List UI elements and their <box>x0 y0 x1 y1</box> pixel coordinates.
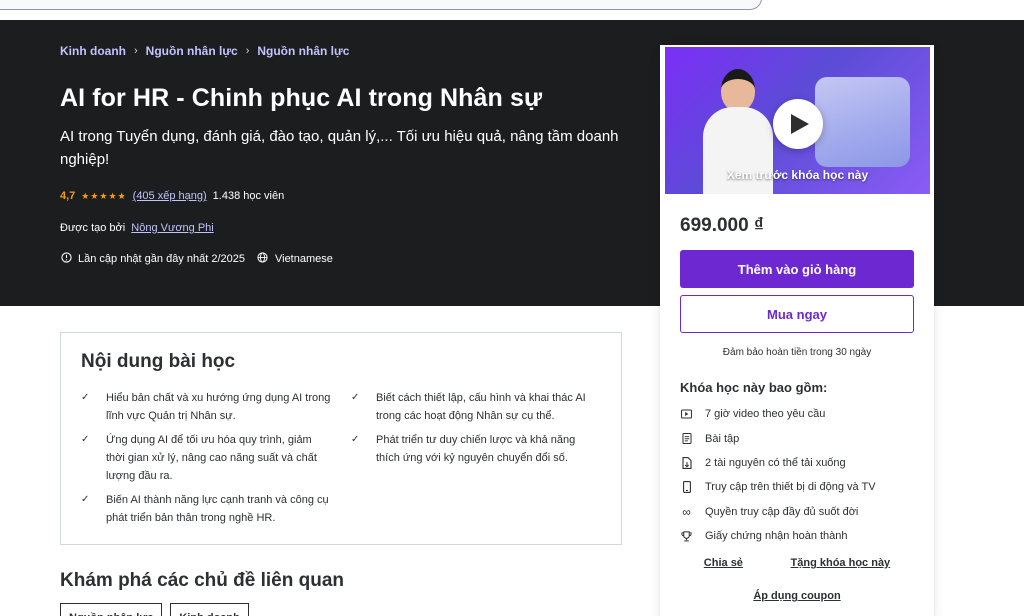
list-item: 2 tài nguyên có thể tải xuống <box>680 451 876 475</box>
list-item: 7 giờ video theo yêu cầu <box>680 402 876 426</box>
list-item: Giấy chứng nhận hoàn thành <box>680 524 876 548</box>
rating-value: 4,7 <box>60 190 76 202</box>
course-price: 699.000 ₫ <box>680 215 764 236</box>
buy-now-button[interactable]: Mua ngay <box>680 295 914 333</box>
course-language: Vietnamese <box>274 253 333 265</box>
breadcrumb-item-hr[interactable]: Nguồn nhân lực <box>146 44 238 58</box>
hr-illustration <box>815 77 910 167</box>
star-rating-icon: ★★★★★ ★ <box>81 190 127 201</box>
list-item: Truy cập trên thiết bị di động và TV <box>680 475 876 499</box>
include-label: Bài tập <box>705 432 740 445</box>
exercise-icon <box>680 433 693 445</box>
list-item: ✓ Biến AI thành năng lực cạnh tranh và cô… <box>81 491 331 527</box>
learn-list-right: ✓ Biết cách thiết lập, cấu hình và khai t… <box>351 389 601 473</box>
include-label: 2 tài nguyên có thể tải xuống <box>705 456 846 469</box>
meta-row: Lần cập nhật gần đây nhất 2/2025 Vietnam… <box>60 252 333 266</box>
alert-clock-icon <box>60 252 72 266</box>
list-item: ∞ Quyền truy cập đầy đủ suốt đời <box>680 500 876 524</box>
learn-item-text: Biết cách thiết lập, cấu hình và khai th… <box>376 392 586 422</box>
infinity-icon: ∞ <box>682 504 691 519</box>
list-item: ✓ Hiểu bản chất và xu hướng ứng dụng AI t… <box>81 389 331 425</box>
share-gift-row: Chia sẻ Tặng khóa học này <box>680 557 914 569</box>
list-item: ✓ Biết cách thiết lập, cấu hình và khai t… <box>351 389 601 425</box>
course-subtitle: AI trong Tuyển dụng, đánh giá, đào tạo, … <box>60 128 619 168</box>
created-by-label: Được tạo bởi <box>60 222 126 234</box>
related-topic-tags: Nguồn nhân lực Kinh doanh <box>60 603 249 616</box>
check-icon: ✓ <box>351 434 360 445</box>
play-icon[interactable] <box>773 99 823 149</box>
list-item: ✓ Phát triển tư duy chiến lược và khả năn… <box>351 431 601 467</box>
topic-tag-hr[interactable]: Nguồn nhân lực <box>60 603 163 616</box>
course-preview-video[interactable]: Xem trước khóa học này <box>665 47 930 194</box>
learn-item-text: Hiểu bản chất và xu hướng ứng dụng AI tr… <box>106 392 331 422</box>
include-label: Truy cập trên thiết bị di động và TV <box>705 481 876 494</box>
learn-list-left: ✓ Hiểu bản chất và xu hướng ứng dụng AI t… <box>81 389 331 533</box>
list-item: ✓ Ứng dụng AI để tối ưu hóa quy trình, gi… <box>81 431 331 485</box>
topic-tag-business[interactable]: Kinh doanh <box>170 603 249 616</box>
related-topics-title: Khám phá các chủ đề liên quan <box>60 570 345 591</box>
globe-icon <box>257 252 269 266</box>
top-bar <box>0 0 1024 20</box>
creator-link[interactable]: Nông Vương Phi <box>131 222 213 234</box>
trophy-icon <box>680 531 693 542</box>
include-label: 7 giờ video theo yêu cầu <box>705 408 826 421</box>
mobile-icon <box>680 481 693 494</box>
breadcrumb-item-hr-sub[interactable]: Nguồn nhân lực <box>257 44 349 58</box>
course-title: AI for HR - Chinh phục AI trong Nhân sự <box>60 84 543 112</box>
share-link[interactable]: Chia sẻ <box>704 557 743 569</box>
learn-item-text: Biến AI thành năng lực cạnh tranh và côn… <box>106 494 329 524</box>
apply-coupon-link[interactable]: Áp dụng coupon <box>680 590 914 602</box>
learn-title: Nội dung bài học <box>81 351 236 372</box>
rating-row: 4,7 ★★★★★ ★ (405 xếp hạng) 1.438 học viên <box>60 190 284 202</box>
includes-list: 7 giờ video theo yêu cầu Bài tập 2 tài n… <box>680 402 876 548</box>
search-bar[interactable] <box>0 0 762 10</box>
breadcrumb: Kinh doanh › Nguồn nhân lực › Nguồn nhân… <box>60 44 349 58</box>
check-icon: ✓ <box>81 392 90 403</box>
learn-item-text: Phát triển tư duy chiến lược và khả năng… <box>376 434 576 464</box>
list-item: Bài tập <box>680 426 876 450</box>
preview-label: Xem trước khóa học này <box>726 168 869 182</box>
breadcrumb-item-business[interactable]: Kinh doanh <box>60 44 126 58</box>
check-icon: ✓ <box>81 434 90 445</box>
chevron-right-icon: › <box>134 45 138 57</box>
chevron-right-icon: › <box>245 45 250 57</box>
check-icon: ✓ <box>351 392 360 403</box>
creator-row: Được tạo bởi Nông Vương Phi <box>60 222 214 234</box>
include-label: Quyền truy cập đầy đủ suốt đời <box>705 505 859 518</box>
last-updated: Lần cập nhật gần đây nhất 2/2025 <box>78 253 245 265</box>
add-to-cart-button[interactable]: Thêm vào giỏ hàng <box>680 250 914 288</box>
includes-title: Khóa học này bao gồm: <box>680 380 828 395</box>
learn-section: Nội dung bài học ✓ Hiểu bản chất và xu hư… <box>60 332 622 545</box>
purchase-card: Xem trước khóa học này 699.000 ₫ Thêm và… <box>660 45 934 616</box>
download-icon <box>680 457 693 469</box>
learn-item-text: Ứng dụng AI để tối ưu hóa quy trình, giả… <box>106 434 317 482</box>
student-count: 1.438 học viên <box>212 190 285 202</box>
include-label: Giấy chứng nhận hoàn thành <box>705 530 848 543</box>
check-icon: ✓ <box>81 494 90 505</box>
money-back-guarantee: Đảm bảo hoàn tiền trong 30 ngày <box>722 347 872 358</box>
gift-course-link[interactable]: Tặng khóa học này <box>791 557 891 569</box>
rating-count-link[interactable]: (405 xếp hạng) <box>133 190 207 202</box>
video-icon <box>680 409 693 419</box>
